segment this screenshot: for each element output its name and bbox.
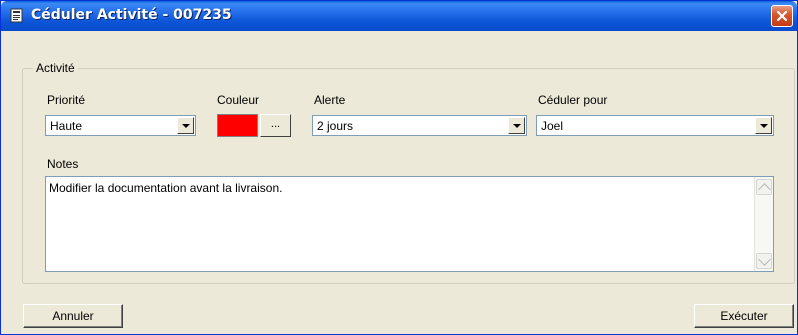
- alert-label: Alerte: [314, 93, 346, 107]
- app-icon: [10, 8, 23, 23]
- notes-label: Notes: [47, 157, 79, 171]
- chevron-down-icon[interactable]: [755, 117, 772, 134]
- notes-textarea[interactable]: Modifier la documentation avant la livra…: [45, 176, 774, 272]
- notes-text: Modifier la documentation avant la livra…: [49, 181, 283, 195]
- dialog-window: Céduler Activité - 007235 Activité Prior…: [0, 0, 798, 335]
- activity-group-label: Activité: [33, 61, 78, 75]
- title-bar[interactable]: Céduler Activité - 007235: [1, 1, 797, 31]
- window-title: Céduler Activité - 007235: [31, 7, 232, 23]
- priority-value: Haute: [50, 119, 83, 133]
- color-picker-button[interactable]: ...: [260, 114, 291, 137]
- chevron-down-icon[interactable]: [177, 117, 194, 134]
- color-label: Couleur: [217, 93, 260, 107]
- close-button[interactable]: [771, 5, 793, 27]
- scroll-up-icon[interactable]: [756, 179, 772, 195]
- cancel-button[interactable]: Annuler: [23, 304, 123, 328]
- scroll-down-icon[interactable]: [756, 253, 772, 269]
- notes-scrollbar[interactable]: [754, 177, 773, 271]
- execute-button[interactable]: Exécuter: [694, 304, 794, 328]
- close-icon: [776, 10, 788, 22]
- color-swatch[interactable]: [217, 114, 258, 137]
- schedule-for-label: Céduler pour: [538, 93, 608, 107]
- chevron-down-icon[interactable]: [508, 117, 525, 134]
- schedule-for-select[interactable]: Joel: [536, 115, 774, 136]
- priority-label: Priorité: [47, 93, 86, 107]
- alert-value: 2 jours: [317, 119, 354, 133]
- schedule-for-value: Joel: [541, 119, 564, 133]
- alert-select[interactable]: 2 jours: [312, 115, 527, 136]
- priority-select[interactable]: Haute: [45, 115, 196, 136]
